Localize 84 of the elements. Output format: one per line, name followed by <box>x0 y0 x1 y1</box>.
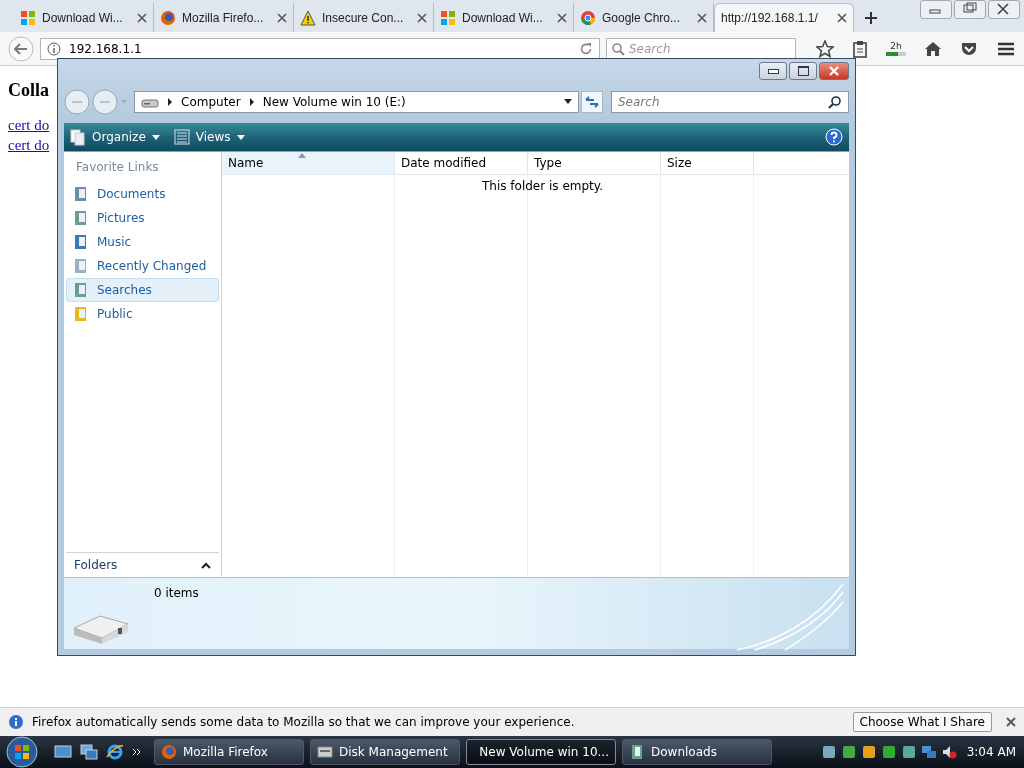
folder-icon <box>73 306 89 322</box>
section-title: Favorite Links <box>75 159 160 176</box>
taskbar-button[interactable]: Mozilla Firefox <box>154 739 304 765</box>
chevron-up-icon <box>201 561 211 569</box>
warning-icon <box>300 9 316 26</box>
download-progress-icon <box>886 50 906 57</box>
new-tab-icon[interactable] <box>864 11 878 25</box>
dropdown-caret-icon[interactable] <box>564 99 572 105</box>
column-header[interactable]: Type <box>528 152 661 174</box>
favorite-link[interactable]: Searches <box>66 278 219 302</box>
favorite-link[interactable]: Music <box>66 230 219 254</box>
caret-icon <box>236 134 245 140</box>
library-folder-icon <box>73 234 89 250</box>
taskbar-button[interactable]: Downloads <box>622 739 772 765</box>
item-count: 0 items <box>154 586 199 600</box>
drive-icon <box>141 96 159 108</box>
link[interactable]: cert do <box>8 115 50 135</box>
address-bar[interactable]: 192.168.1.1 <box>40 37 600 60</box>
home-icon[interactable] <box>924 39 942 58</box>
clipboard-icon[interactable] <box>852 39 868 58</box>
library-folder-icon <box>73 258 89 274</box>
favorite-link[interactable]: Documents <box>66 182 219 206</box>
breadcrumb-arrow-icon[interactable] <box>167 98 173 106</box>
documents-stack-icon <box>70 128 86 146</box>
close-icon[interactable] <box>837 13 847 23</box>
library-folder-icon <box>629 744 645 760</box>
list-view-icon <box>173 128 190 146</box>
library-folder-icon <box>73 282 89 298</box>
firefox-icon <box>160 9 176 26</box>
close-icon[interactable] <box>137 12 147 23</box>
close-icon[interactable] <box>697 12 707 23</box>
disk-management-icon <box>317 744 333 760</box>
search-icon <box>828 95 842 109</box>
windows-logo-icon <box>20 9 36 26</box>
favorite-link[interactable]: Recently Changed <box>66 254 219 278</box>
taskbar-button[interactable]: Disk Management <box>310 739 460 765</box>
info-icon[interactable] <box>47 41 61 56</box>
breadcrumb-item[interactable]: New Volume win 10 (E:) <box>262 95 406 109</box>
browser-tab[interactable]: http://192.168.1.1/ <box>714 3 854 32</box>
favorite-link[interactable]: Pictures <box>66 206 219 230</box>
minimize-button[interactable] <box>759 62 787 80</box>
back-icon[interactable] <box>8 35 34 62</box>
switch-windows-icon[interactable] <box>80 744 98 760</box>
close-icon <box>828 66 840 76</box>
chrome-icon <box>580 9 596 26</box>
info-icon <box>8 714 24 730</box>
close-button[interactable] <box>819 62 849 80</box>
choose-what-i-share-button[interactable]: Choose What I Share <box>852 712 992 732</box>
favorite-link[interactable]: Public <box>66 302 219 326</box>
empty-folder-message: This folder is empty. <box>482 179 603 193</box>
desktop-icon[interactable] <box>54 744 72 760</box>
search-field[interactable]: Search <box>611 91 849 113</box>
firefox-icon <box>161 744 177 760</box>
column-header[interactable]: Date modified <box>395 152 528 174</box>
close-icon[interactable] <box>417 12 427 23</box>
refresh-button[interactable] <box>581 91 603 113</box>
library-folder-icon <box>73 186 89 202</box>
column-header[interactable]: Size <box>661 152 754 174</box>
star-icon[interactable] <box>816 39 834 58</box>
address-bar[interactable]: Computer New Volume win 10 (E:) <box>134 91 579 113</box>
close-icon[interactable] <box>277 12 287 23</box>
download-button[interactable]: 2h <box>886 40 906 57</box>
search-icon <box>611 41 625 56</box>
close-icon[interactable] <box>1006 717 1016 727</box>
chevron-icon[interactable] <box>132 748 142 756</box>
maximize-button[interactable] <box>789 62 817 80</box>
caret-icon <box>151 134 160 140</box>
windows-logo-icon <box>440 9 456 26</box>
internet-explorer-icon[interactable] <box>106 743 124 761</box>
breadcrumb-item[interactable]: Computer <box>181 95 241 109</box>
link[interactable]: cert do <box>8 135 50 155</box>
toolbar-button[interactable]: Views <box>173 128 245 146</box>
toolbar-button[interactable]: Organize <box>70 128 160 146</box>
column-header[interactable]: Name <box>222 152 395 174</box>
taskbar-button[interactable]: New Volume win 10... <box>466 739 616 765</box>
page-heading: Colla <box>8 80 49 101</box>
volume-muted-icon[interactable] <box>940 744 957 760</box>
breadcrumb-arrow-icon[interactable] <box>248 98 255 106</box>
close-icon[interactable] <box>557 12 567 23</box>
library-folder-icon <box>73 210 89 226</box>
help-icon[interactable] <box>825 128 843 146</box>
notification-message: Firefox automatically sends some data to Mozilla so that we can improve your experience. <box>32 715 576 729</box>
clock[interactable]: 3:04 AM <box>966 745 1016 759</box>
reload-icon[interactable] <box>579 41 593 56</box>
